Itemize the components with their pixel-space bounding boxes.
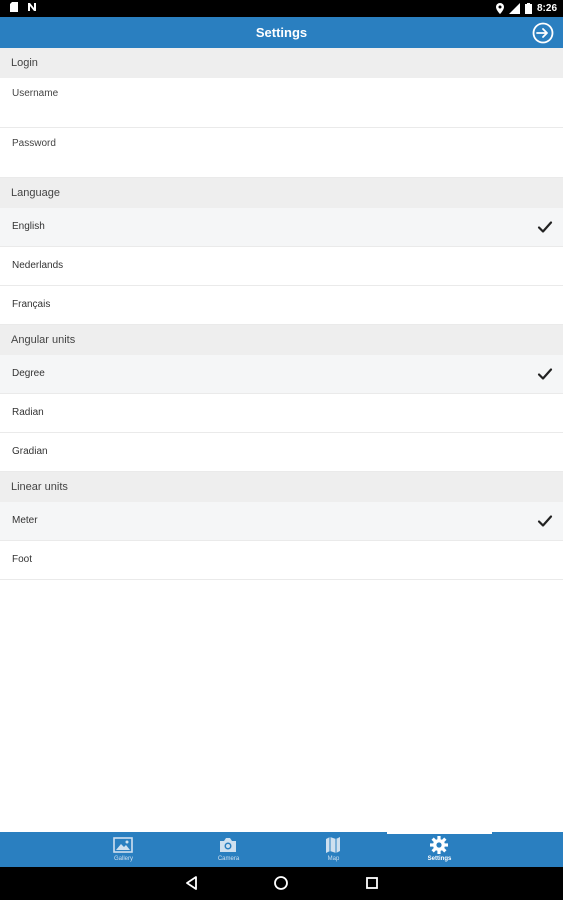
language-option-francais[interactable]: Français [0, 286, 563, 325]
status-bar-right: 8:26 [495, 2, 557, 15]
language-option-english[interactable]: English [0, 208, 563, 247]
linear-option-foot[interactable]: Foot [0, 541, 563, 580]
option-label: Meter [12, 515, 38, 526]
section-header-linear-units: Linear units [0, 472, 563, 502]
tab-gallery[interactable]: Gallery [71, 832, 176, 867]
settings-list: Login Username Password Language English… [0, 48, 563, 580]
gear-icon [430, 836, 448, 854]
linear-option-meter[interactable]: Meter [0, 502, 563, 541]
tab-settings[interactable]: Settings [387, 832, 492, 867]
tab-label: Settings [427, 856, 452, 862]
section-header-login: Login [0, 48, 563, 78]
password-field[interactable] [12, 152, 551, 174]
username-field[interactable] [12, 102, 551, 124]
option-label: English [12, 221, 45, 232]
status-bar: 8:26 [0, 0, 563, 17]
page-title: Settings [255, 25, 308, 40]
tab-camera[interactable]: Camera [176, 832, 281, 867]
password-row[interactable]: Password [0, 128, 563, 178]
angular-option-degree[interactable]: Degree [0, 355, 563, 394]
back-icon[interactable] [184, 875, 200, 891]
signal-icon [508, 3, 520, 14]
option-label: Français [12, 299, 51, 310]
system-nav-bar [0, 867, 563, 900]
login-icon[interactable] [532, 22, 554, 44]
option-label: Gradian [12, 446, 48, 457]
recents-icon[interactable] [364, 875, 380, 891]
language-option-nederlands[interactable]: Nederlands [0, 247, 563, 286]
sd-card-icon [10, 2, 18, 12]
location-icon [495, 3, 504, 14]
checkmark-icon [537, 221, 553, 233]
tab-label: Map [327, 856, 340, 862]
section-header-angular-units: Angular units [0, 325, 563, 355]
status-time: 8:26 [536, 3, 557, 14]
option-label: Nederlands [12, 260, 64, 271]
camera-icon [220, 838, 236, 852]
username-row[interactable]: Username [0, 78, 563, 128]
battery-icon [524, 3, 532, 14]
bottom-nav: Gallery Camera Map Settings [0, 832, 563, 867]
checkmark-icon [537, 515, 553, 527]
option-label: Degree [12, 368, 45, 379]
section-header-language: Language [0, 178, 563, 208]
gallery-icon [113, 837, 133, 853]
option-label: Radian [12, 407, 44, 418]
tab-map[interactable]: Map [281, 832, 386, 867]
tab-label: Gallery [113, 856, 133, 862]
home-icon[interactable] [273, 875, 289, 891]
n-notification-icon [28, 3, 36, 11]
option-label: Foot [12, 554, 33, 565]
tab-label: Camera [217, 856, 240, 862]
app-bar: Settings [0, 17, 563, 48]
status-bar-left [10, 2, 37, 12]
map-icon [326, 837, 340, 853]
password-label: Password [12, 138, 56, 149]
username-label: Username [12, 88, 59, 99]
angular-option-radian[interactable]: Radian [0, 394, 563, 433]
angular-option-gradian[interactable]: Gradian [0, 433, 563, 472]
checkmark-icon [537, 368, 553, 380]
